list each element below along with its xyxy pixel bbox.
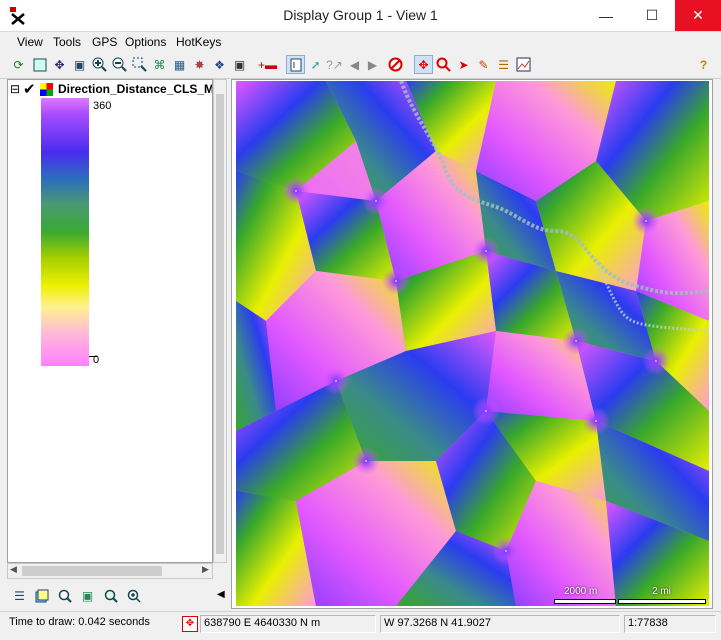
sketch-icon[interactable]: ✎: [475, 56, 492, 73]
scrollbar-thumb[interactable]: [216, 94, 224, 554]
zoom-in-icon[interactable]: [91, 56, 108, 73]
layer-name[interactable]: Direction_Distance_CLS_Mi: [58, 82, 212, 96]
geographic-coordinates: W 97.3268 N 41.9027: [380, 615, 620, 633]
menu-tools[interactable]: Tools: [53, 35, 81, 49]
minimize-button[interactable]: —: [583, 0, 629, 31]
zoom-box-icon[interactable]: [131, 56, 148, 73]
menu-view[interactable]: View: [17, 35, 43, 49]
redraw-icon[interactable]: ⟳: [10, 56, 27, 73]
scrollbar-thumb[interactable]: [22, 566, 162, 576]
collapse-panel-icon[interactable]: ◀: [217, 589, 225, 600]
draw-time-text: Time to draw: 0.042 seconds: [9, 616, 150, 628]
move-tool-icon[interactable]: ✥: [414, 55, 433, 74]
maximize-button[interactable]: ☐: [629, 0, 675, 31]
expand-toggle-icon[interactable]: ⊟: [10, 82, 20, 96]
next-icon[interactable]: ▶: [364, 56, 381, 73]
zoom-layer-in-icon[interactable]: [102, 587, 119, 604]
query-icon[interactable]: ?↗: [326, 56, 343, 73]
menu-hotkeys[interactable]: HotKeys: [176, 35, 221, 49]
previous-icon[interactable]: ◀: [346, 56, 363, 73]
status-bar: Time to draw: 0.042 seconds ✥ 638790 E 4…: [0, 611, 721, 640]
scale-metric-bar: [554, 599, 616, 604]
map-scale-readout: 1:77838: [624, 615, 716, 633]
layer-extent-icon[interactable]: ▣: [79, 587, 96, 604]
stop-icon[interactable]: [387, 56, 404, 73]
legend-horizontal-scrollbar[interactable]: ◀ ▶: [7, 563, 213, 579]
menu-gps[interactable]: GPS: [92, 35, 117, 49]
scale-imperial-bar: [618, 599, 706, 604]
3d-view-icon[interactable]: ❖: [211, 56, 228, 73]
menu-options[interactable]: Options: [125, 35, 166, 49]
layer-controls-icon[interactable]: ▦: [171, 56, 188, 73]
scale-imperial-label: 2 mi: [652, 586, 671, 597]
projected-coordinates: 638790 E 4640330 N m: [200, 615, 376, 633]
toolbar: ⟳ ✥ ▣ ⌘ ▦ ✸ ❖ ▣ +▬ ➚ ?↗ ◀ ▶ ✥ ➤ ✎ ☰ ?: [0, 53, 721, 79]
zoom-active-icon[interactable]: ⌘: [151, 56, 168, 73]
camera-icon[interactable]: ▣: [231, 56, 248, 73]
select-pointer-icon[interactable]: ➚: [307, 56, 324, 73]
add-layer-icon[interactable]: +▬: [258, 56, 277, 73]
legend-toolbar: ☰ ▣ ◀: [7, 584, 229, 608]
ramp-max-label: 360: [93, 100, 112, 112]
map-canvas[interactable]: 2000 m 2 mi: [236, 81, 709, 606]
scale-bar: 2000 m 2 mi: [552, 586, 709, 604]
raster-layer-icon: [40, 83, 53, 96]
search-icon[interactable]: [435, 56, 452, 73]
scroll-left-icon[interactable]: ◀: [10, 564, 17, 575]
coordinate-cursor-icon[interactable]: ✥: [182, 616, 198, 632]
menu-bar: View Tools GPS Options HotKeys: [0, 32, 721, 52]
direction-raster[interactable]: [236, 81, 709, 606]
layer-manager-icon[interactable]: [33, 587, 50, 604]
zoom-extent-icon[interactable]: ▣: [71, 56, 88, 73]
layer-list-icon[interactable]: ☰: [11, 587, 28, 604]
color-ramp: [41, 98, 89, 366]
close-button[interactable]: ✕: [675, 0, 721, 31]
measure-icon[interactable]: ☰: [495, 56, 512, 73]
legend-vertical-scrollbar[interactable]: [213, 79, 227, 563]
zoom-full-icon[interactable]: [125, 587, 142, 604]
ramp-min-label: 0: [93, 354, 100, 366]
spatial-data-icon[interactable]: ✸: [191, 56, 208, 73]
scale-metric-label: 2000 m: [564, 586, 598, 597]
full-view-icon[interactable]: [31, 56, 48, 73]
pointer-icon[interactable]: ➤: [455, 56, 472, 73]
layer-legend-panel: ⊟ ✔ Direction_Distance_CLS_Mi 360 0: [7, 79, 213, 563]
title-bar: Display Group 1 - View 1 — ☐ ✕: [0, 0, 721, 32]
zoom-layer-icon[interactable]: [56, 587, 73, 604]
scroll-right-icon[interactable]: ▶: [202, 564, 209, 575]
zoom-out-icon[interactable]: [111, 56, 128, 73]
image-icon[interactable]: [515, 56, 532, 73]
help-icon[interactable]: ?: [695, 56, 712, 73]
layer-visible-checkbox[interactable]: ✔: [23, 80, 36, 98]
select-mode-icon[interactable]: [286, 55, 305, 74]
pan-icon[interactable]: ✥: [51, 56, 68, 73]
